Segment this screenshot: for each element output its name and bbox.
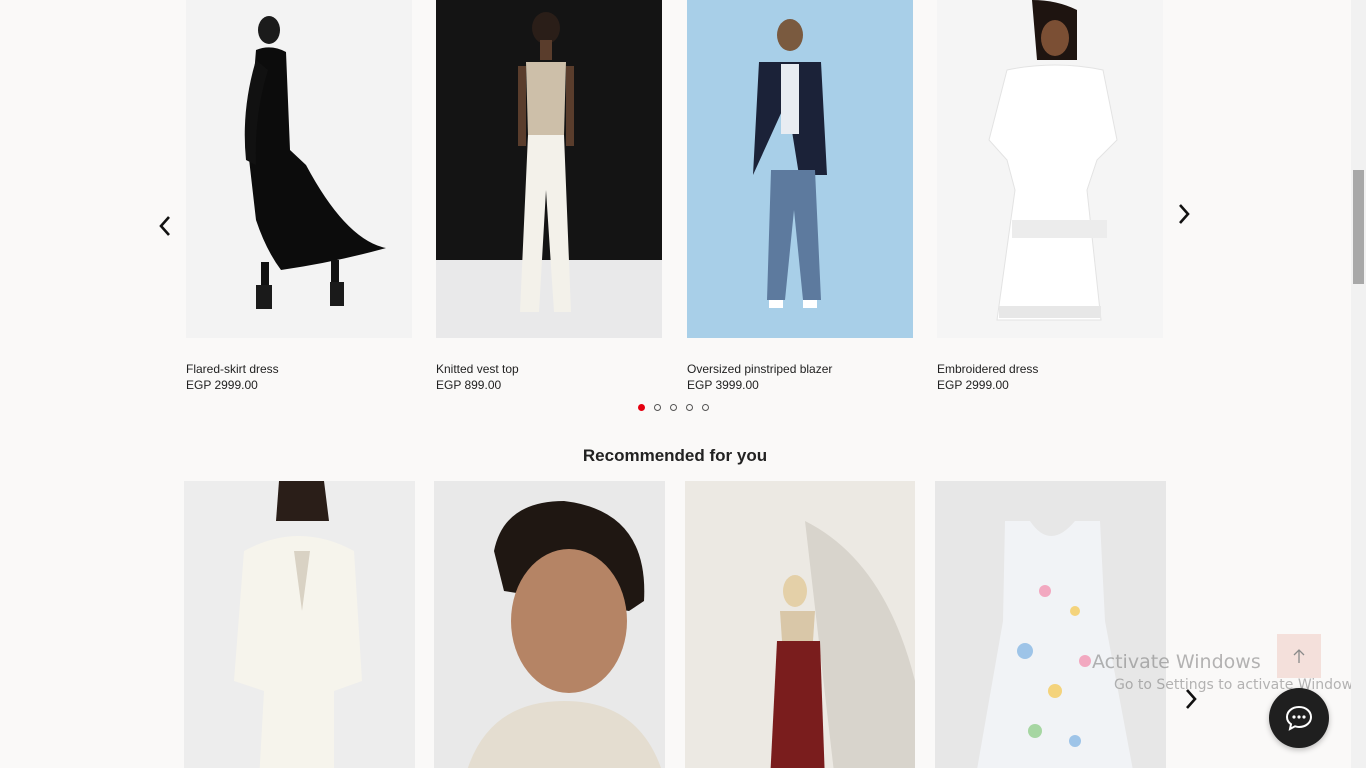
- chevron-right-icon: [1186, 689, 1197, 709]
- recommended-product-card[interactable]: [935, 481, 1166, 768]
- recommended-title: Recommended for you: [582, 446, 768, 465]
- arrow-up-icon: [1293, 649, 1305, 663]
- carousel-pagination: [638, 404, 709, 411]
- product-card[interactable]: Oversized pinstriped blazer EGP 3999.00: [687, 0, 913, 392]
- chevron-right-icon: [1179, 204, 1190, 224]
- carousel-dot[interactable]: [702, 404, 709, 411]
- product-card[interactable]: Knitted vest top EGP 899.00: [436, 0, 662, 392]
- recommended-next-button[interactable]: [1179, 687, 1203, 711]
- product-image[interactable]: [937, 0, 1163, 338]
- chat-button[interactable]: [1269, 688, 1329, 748]
- product-name[interactable]: Flared-skirt dress: [186, 362, 279, 376]
- product-name[interactable]: Embroidered dress: [937, 362, 1038, 376]
- carousel-next-button[interactable]: [1172, 202, 1196, 226]
- product-card[interactable]: Flared-skirt dress EGP 2999.00: [186, 0, 412, 392]
- product-price: EGP 2999.00: [186, 378, 258, 392]
- chat-bubble-icon: [1285, 705, 1313, 731]
- product-price: EGP 899.00: [436, 378, 502, 392]
- product-name[interactable]: Oversized pinstriped blazer: [687, 362, 832, 376]
- recommended-product-card[interactable]: [434, 481, 665, 768]
- page-scrollbar[interactable]: [1351, 0, 1366, 768]
- carousel-dot[interactable]: [670, 404, 677, 411]
- carousel-dot[interactable]: [686, 404, 693, 411]
- recommended-product-card[interactable]: [184, 481, 415, 768]
- product-image[interactable]: [186, 0, 412, 338]
- carousel-dot[interactable]: [638, 404, 645, 411]
- page: Flared-skirt dress EGP 2999.00 Knitted v…: [0, 0, 1366, 768]
- carousel-prev-button[interactable]: [153, 214, 177, 238]
- recommended-product-card[interactable]: [685, 481, 916, 768]
- scroll-to-top-button[interactable]: [1277, 634, 1321, 678]
- product-price: EGP 2999.00: [937, 378, 1009, 392]
- carousel-dot[interactable]: [654, 404, 661, 411]
- product-name[interactable]: Knitted vest top: [436, 362, 519, 376]
- product-image[interactable]: [436, 0, 662, 338]
- product-image[interactable]: [687, 0, 913, 338]
- product-card[interactable]: Embroidered dress EGP 2999.00: [937, 0, 1163, 392]
- product-price: EGP 3999.00: [687, 378, 759, 392]
- scrollbar-thumb[interactable]: [1353, 170, 1364, 284]
- chevron-left-icon: [159, 216, 170, 236]
